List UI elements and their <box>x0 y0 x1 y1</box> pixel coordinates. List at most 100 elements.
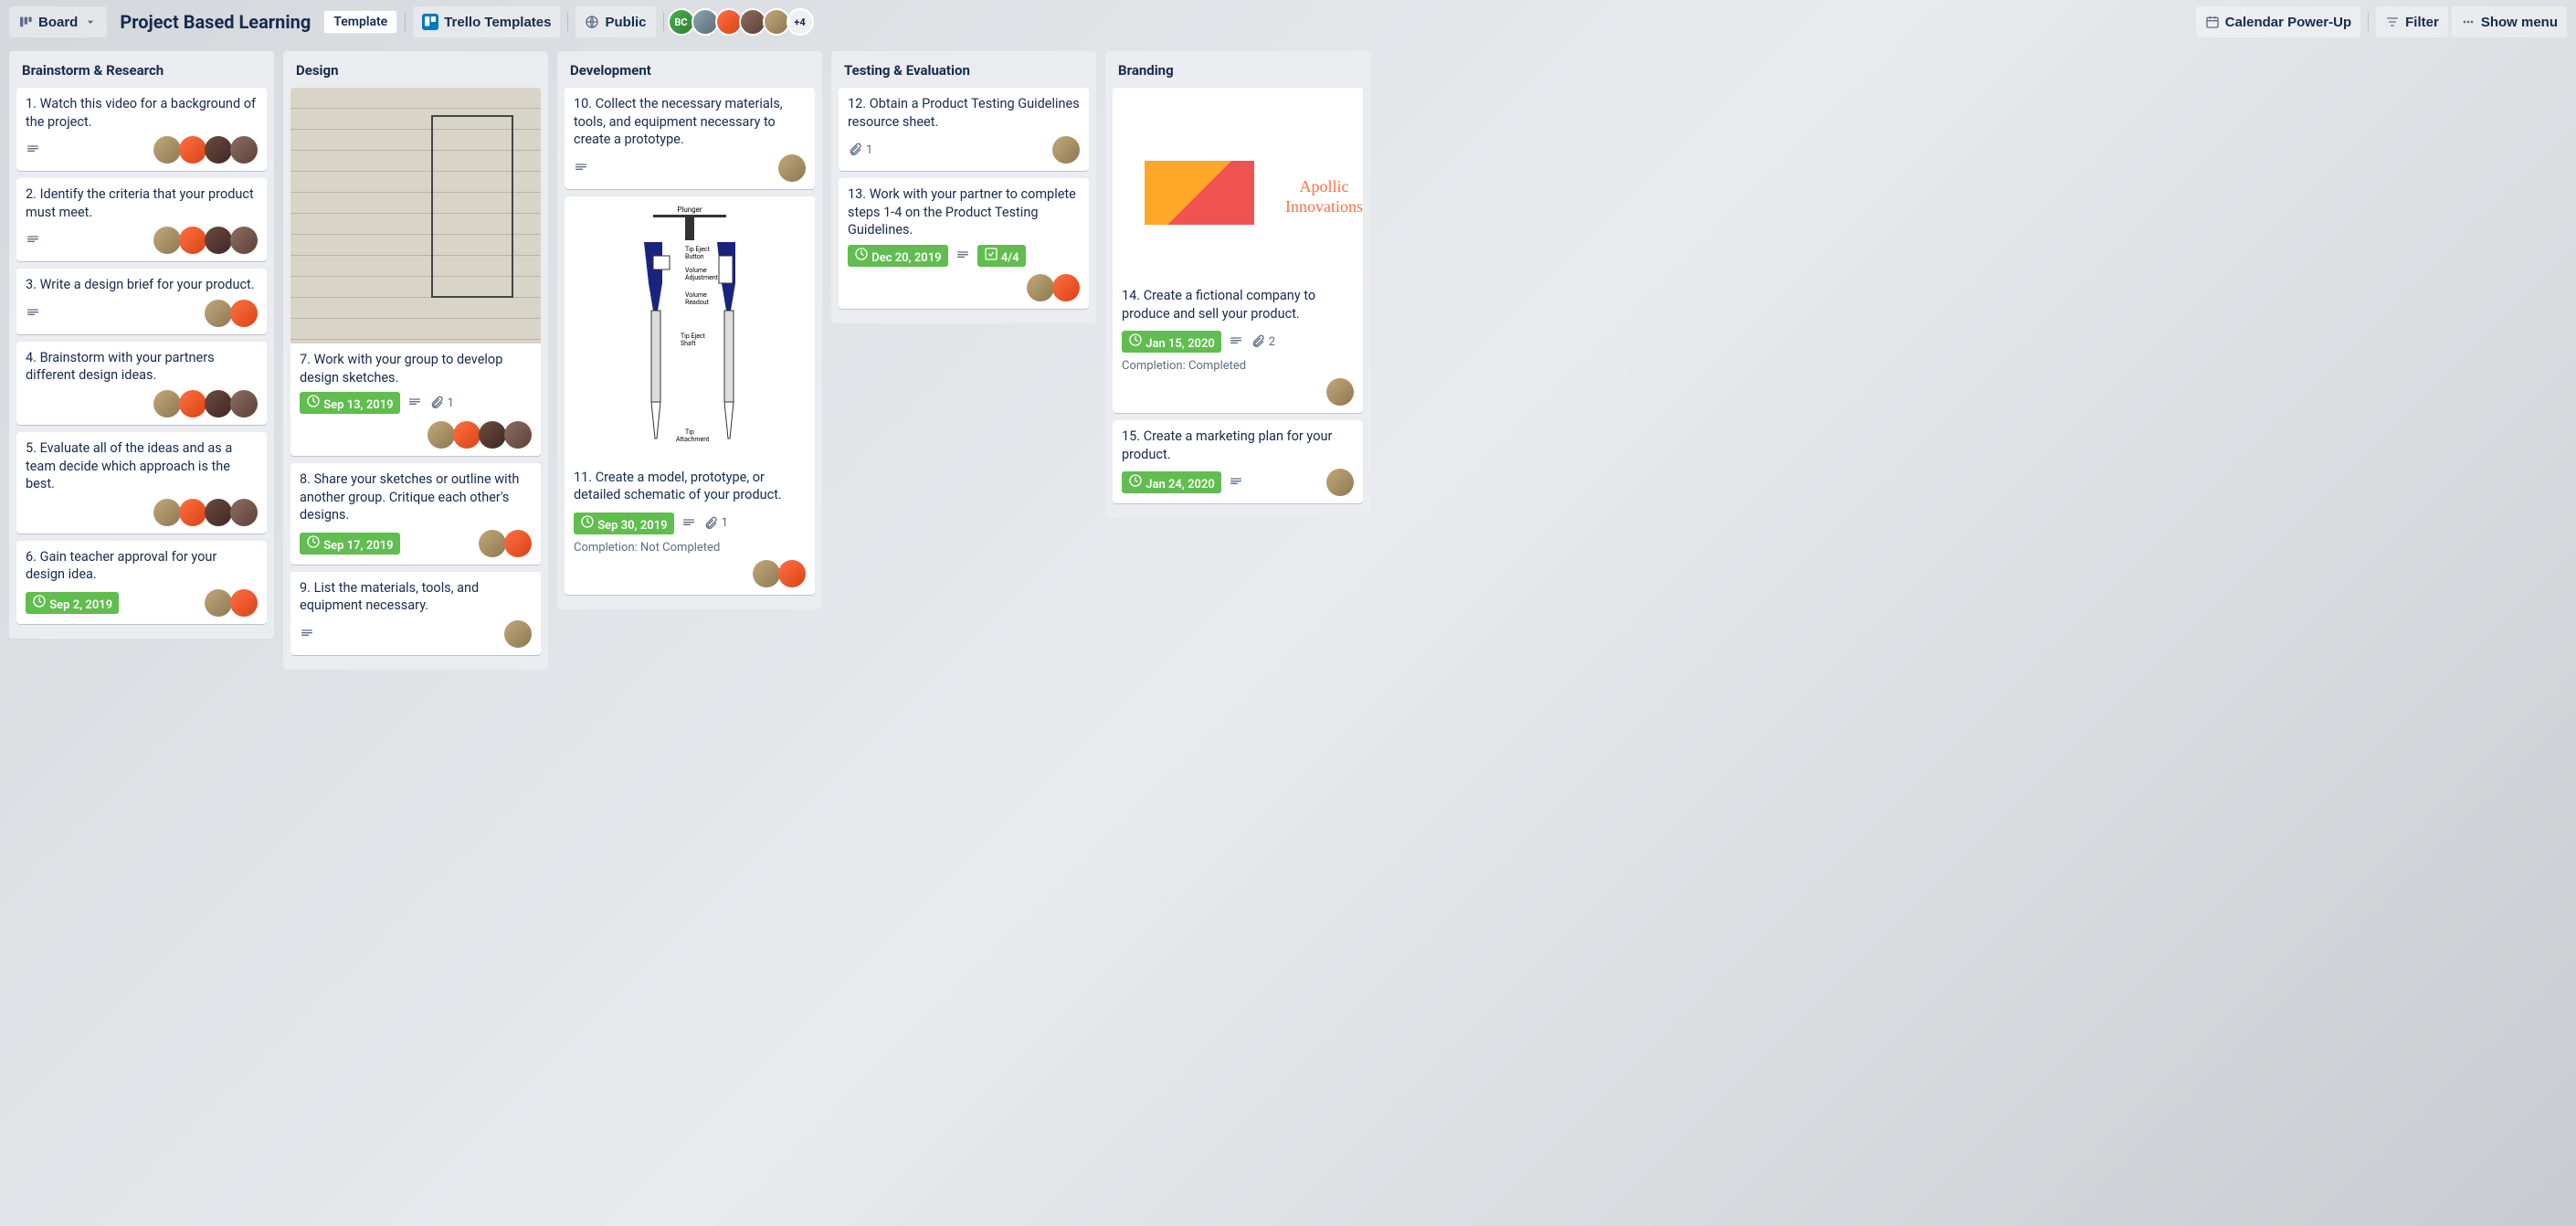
card[interactable]: 9. List the materials, tools, and equipm… <box>290 572 541 655</box>
card-title: 8. Share your sketches or outline with a… <box>300 470 532 524</box>
card[interactable]: 10. Collect the necessary materials, too… <box>565 88 815 189</box>
member-avatar[interactable] <box>1052 136 1080 164</box>
card-members <box>1328 469 1354 496</box>
card-members <box>206 300 258 327</box>
show-menu-button[interactable]: Show menu <box>2452 6 2567 37</box>
member-avatar[interactable] <box>205 136 232 164</box>
member-avatar[interactable] <box>504 620 532 648</box>
card[interactable]: 12. Obtain a Product Testing Guidelines … <box>839 88 1089 171</box>
clock-icon <box>306 394 321 408</box>
member-overflow[interactable]: +4 <box>787 8 814 36</box>
list-title[interactable]: Development <box>565 58 815 88</box>
member-avatar[interactable] <box>778 560 806 587</box>
clock-icon <box>32 594 47 608</box>
member-avatar[interactable] <box>1326 469 1354 496</box>
member-avatar[interactable] <box>205 589 232 617</box>
member-avatar[interactable] <box>479 421 506 449</box>
member-avatar[interactable] <box>205 499 232 526</box>
member-avatar[interactable] <box>778 154 806 182</box>
list-title[interactable]: Branding <box>1113 58 1363 88</box>
due-date-badge[interactable]: Jan 24, 2020 <box>1122 471 1221 493</box>
card-title: 3. Write a design brief for your product… <box>26 276 258 294</box>
card-title: 15. Create a marketing plan for your pro… <box>1122 428 1354 463</box>
card[interactable]: 3. Write a design brief for your product… <box>16 269 267 334</box>
member-avatar[interactable] <box>179 499 206 526</box>
checklist-badge: 4/4 <box>977 245 1026 267</box>
due-date-badge[interactable]: Sep 13, 2019 <box>300 392 400 414</box>
member-avatar[interactable] <box>504 421 532 449</box>
template-badge[interactable]: Template <box>323 10 397 34</box>
member-avatar[interactable] <box>428 421 455 449</box>
paperclip-icon <box>1251 334 1265 349</box>
card[interactable]: PlungerTip EjectButtonVolumeAdjustmentVo… <box>565 196 815 595</box>
due-date-badge[interactable]: Sep 2, 2019 <box>26 592 119 614</box>
member-avatar[interactable] <box>230 227 258 254</box>
calendar-label: Calendar Power-Up <box>2225 15 2351 30</box>
list-title[interactable]: Testing & Evaluation <box>839 58 1089 88</box>
member-avatar[interactable] <box>205 390 232 417</box>
card-title: 12. Obtain a Product Testing Guidelines … <box>848 95 1080 131</box>
card-cover-image: PlungerTip EjectButtonVolumeAdjustmentVo… <box>565 196 815 461</box>
member-avatar[interactable] <box>153 136 181 164</box>
due-date-badge[interactable]: Jan 15, 2020 <box>1122 331 1221 353</box>
member-avatar[interactable] <box>179 136 206 164</box>
svg-text:Plunger: Plunger <box>677 206 702 214</box>
due-date-badge[interactable]: Sep 30, 2019 <box>574 513 674 534</box>
card[interactable]: 13. Work with your partner to complete s… <box>839 178 1089 309</box>
description-badge <box>26 306 40 321</box>
attachment-badge: 1 <box>429 396 454 410</box>
clock-icon <box>1128 473 1143 488</box>
show-menu-label: Show menu <box>2481 15 2558 30</box>
member-avatar[interactable] <box>153 499 181 526</box>
member-avatar[interactable] <box>205 227 232 254</box>
description-icon <box>574 161 588 175</box>
member-avatar[interactable] <box>753 560 780 587</box>
member-avatar[interactable] <box>1027 274 1054 301</box>
view-switcher[interactable]: Board <box>9 6 107 37</box>
card-members <box>1029 274 1080 301</box>
globe-icon <box>585 15 599 29</box>
description-icon <box>407 396 422 410</box>
attachment-badge: 2 <box>1251 334 1275 349</box>
workspace-button[interactable]: Trello Templates <box>413 6 560 37</box>
due-date-badge[interactable]: Sep 17, 2019 <box>300 533 400 555</box>
svg-text:Tip Eject: Tip Eject <box>685 246 711 253</box>
member-avatar[interactable] <box>504 530 532 557</box>
list-title[interactable]: Brainstorm & Research <box>16 58 267 88</box>
card[interactable]: ApollicInnovations14. Create a fictional… <box>1113 88 1363 413</box>
member-avatar[interactable] <box>230 589 258 617</box>
member-avatar[interactable] <box>453 421 480 449</box>
filter-button[interactable]: Filter <box>2376 6 2448 37</box>
card[interactable]: 5. Evaluate all of the ideas and as a te… <box>16 432 267 534</box>
svg-text:Readout: Readout <box>685 299 710 306</box>
member-avatar[interactable] <box>230 300 258 327</box>
board-header: Board Project Based Learning Template Tr… <box>0 0 2576 44</box>
list: Testing & Evaluation 12. Obtain a Product… <box>831 51 1096 323</box>
member-avatar[interactable] <box>1326 378 1354 406</box>
member-avatar[interactable] <box>179 227 206 254</box>
board-canvas[interactable]: Brainstorm & Research1. Watch this video… <box>0 44 2576 677</box>
calendar-powerup-button[interactable]: Calendar Power-Up <box>2196 6 2360 37</box>
member-avatar[interactable] <box>153 390 181 417</box>
card[interactable]: 2. Identify the criteria that your produ… <box>16 178 267 261</box>
card[interactable]: 6. Gain teacher approval for your design… <box>16 541 267 624</box>
member-avatar[interactable] <box>153 227 181 254</box>
member-avatar[interactable] <box>230 136 258 164</box>
card[interactable]: 15. Create a marketing plan for your pro… <box>1113 420 1363 503</box>
visibility-button[interactable]: Public <box>575 6 655 37</box>
member-avatar[interactable] <box>205 300 232 327</box>
member-avatar[interactable] <box>1052 274 1080 301</box>
card[interactable]: 4. Brainstorm with your partners differe… <box>16 342 267 425</box>
list-title[interactable]: Design <box>290 58 541 88</box>
member-avatar[interactable] <box>230 499 258 526</box>
member-avatar[interactable] <box>230 390 258 417</box>
board-members[interactable]: BC +4 <box>671 8 814 36</box>
card[interactable]: 1. Watch this video for a background of … <box>16 88 267 171</box>
card[interactable]: 7. Work with your group to develop desig… <box>290 88 541 456</box>
card[interactable]: 8. Share your sketches or outline with a… <box>290 463 541 565</box>
due-date-badge[interactable]: Dec 20, 2019 <box>848 245 948 267</box>
member-avatar[interactable] <box>179 390 206 417</box>
card-members <box>155 136 258 164</box>
member-avatar[interactable] <box>479 530 506 557</box>
board-title[interactable]: Project Based Learning <box>111 11 320 33</box>
